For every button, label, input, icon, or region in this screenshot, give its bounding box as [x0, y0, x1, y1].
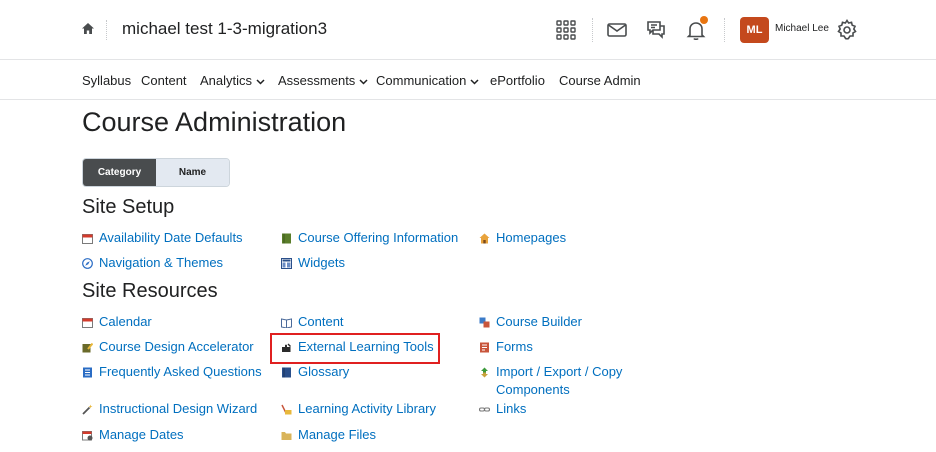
tool-frequently-asked-questions[interactable]: Frequently Asked Questions	[82, 363, 262, 381]
glossary-book-icon	[282, 367, 291, 378]
nav-assessments[interactable]: Assessments	[278, 73, 368, 88]
calendar-icon	[82, 318, 93, 328]
avatar[interactable]: ML	[740, 17, 769, 43]
tool-label: Manage Files	[298, 427, 377, 442]
tool-label: Course Builder	[496, 314, 582, 329]
home-icon[interactable]	[80, 21, 96, 37]
header-divider	[724, 18, 725, 42]
book-icon	[282, 233, 291, 244]
section-title-site-resources: Site Resources	[82, 280, 218, 302]
tool-label: Frequently Asked Questions	[99, 364, 262, 379]
tool-manage-dates[interactable]: Manage Dates	[82, 426, 184, 444]
tool-instructional-design-wizard[interactable]: Instructional Design Wizard	[82, 400, 257, 418]
link-icon	[479, 407, 490, 412]
nav-communication[interactable]: Communication	[376, 73, 479, 88]
folder-icon	[281, 432, 292, 440]
view-toggle: Category Name	[82, 158, 230, 187]
nav-analytics-label: Analytics	[200, 73, 253, 88]
tool-links[interactable]: Links	[479, 400, 526, 418]
tool-availability-date-defaults[interactable]: Availability Date Defaults	[82, 229, 243, 247]
tool-label: Instructional Design Wizard	[99, 401, 258, 416]
course-title[interactable]: michael test 1-3-migration3	[122, 19, 327, 39]
tool-forms[interactable]: Forms	[479, 338, 533, 356]
highlight-box	[270, 333, 440, 364]
nav-assessments-label: Assessments	[278, 73, 356, 88]
tool-navigation-themes[interactable]: Navigation & Themes	[82, 254, 223, 272]
nav-content[interactable]: Content	[141, 73, 187, 88]
gear-icon[interactable]	[835, 18, 859, 42]
header-divider	[106, 20, 107, 40]
top-header: michael test 1-3-migration3 ML Michael L…	[0, 0, 936, 60]
tool-learning-activity-library[interactable]: Learning Activity Library	[281, 400, 436, 418]
nav-eportfolio[interactable]: ePortfolio	[490, 73, 545, 88]
open-book-icon	[281, 318, 292, 328]
compass-icon	[82, 258, 93, 269]
nav-communication-label: Communication	[376, 73, 467, 88]
tool-glossary[interactable]: Glossary	[281, 363, 349, 381]
nav-analytics[interactable]: Analytics	[200, 73, 265, 88]
calendar-gear-icon	[82, 431, 93, 441]
category-view-button[interactable]: Category	[83, 159, 156, 186]
tool-label: Course Design Accelerator	[99, 339, 254, 354]
library-icon	[281, 404, 292, 415]
mail-icon[interactable]	[605, 18, 629, 42]
tool-label: Learning Activity Library	[298, 401, 437, 416]
tool-label: Import / Export / Copy Components	[479, 363, 654, 399]
chevron-down-icon	[359, 79, 368, 85]
name-view-button[interactable]: Name	[156, 159, 229, 186]
tool-homepages[interactable]: Homepages	[479, 229, 566, 247]
tool-label-text: Import / Export / Copy Components	[496, 364, 623, 397]
widgets-icon	[281, 258, 292, 269]
chat-icon[interactable]	[644, 18, 668, 42]
house-icon	[479, 233, 490, 244]
form-icon	[480, 342, 489, 353]
page-title: Course Administration	[82, 107, 347, 137]
tool-course-design-accelerator[interactable]: Course Design Accelerator	[82, 338, 254, 356]
tool-course-offering-information[interactable]: Course Offering Information	[281, 229, 458, 247]
header-divider	[592, 18, 593, 42]
tool-label: Manage Dates	[99, 427, 184, 442]
pencil-icon	[82, 342, 93, 353]
faq-icon	[83, 367, 92, 378]
tool-label: Homepages	[496, 230, 567, 245]
tool-calendar[interactable]: Calendar	[82, 313, 152, 331]
magic-wand-icon	[82, 404, 93, 415]
section-title-site-setup: Site Setup	[82, 196, 175, 218]
chevron-down-icon	[256, 79, 265, 85]
import-export-icon	[481, 367, 488, 378]
user-name[interactable]: Michael Lee	[775, 23, 829, 34]
nav-course-admin[interactable]: Course Admin	[559, 73, 641, 88]
tool-label: Availability Date Defaults	[99, 230, 243, 245]
chevron-down-icon	[470, 79, 479, 85]
tool-manage-files[interactable]: Manage Files	[281, 426, 376, 444]
tool-content[interactable]: Content	[281, 313, 344, 331]
tool-course-builder[interactable]: Course Builder	[479, 313, 582, 331]
tool-widgets[interactable]: Widgets	[281, 254, 345, 272]
tool-label: Course Offering Information	[298, 230, 459, 245]
calendar-icon	[82, 234, 93, 244]
tool-import-export-copy-components[interactable]: Import / Export / Copy Components	[479, 363, 654, 399]
waffle-grid-icon[interactable]	[554, 18, 578, 42]
course-navbar: Syllabus Content Analytics Assessments C…	[0, 60, 936, 100]
blocks-icon	[479, 317, 490, 328]
nav-syllabus[interactable]: Syllabus	[82, 73, 131, 88]
tool-label: Navigation & Themes	[99, 255, 224, 270]
notification-dot	[700, 16, 708, 24]
